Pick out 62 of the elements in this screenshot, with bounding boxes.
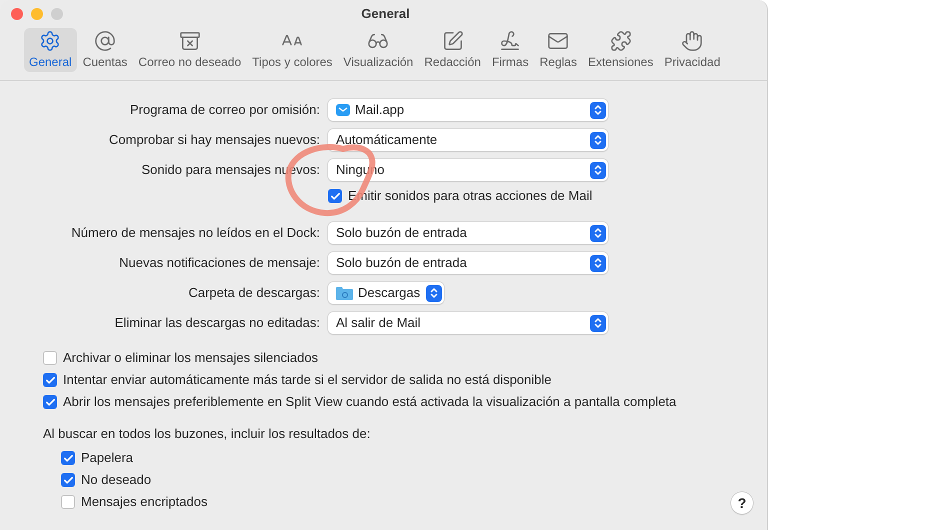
toolbar-tab[interactable]: Visualización xyxy=(338,28,418,72)
setting-label: Número de mensajes no leídos en el Dock: xyxy=(70,224,320,242)
checkbox-label: Abrir los mensajes preferiblemente en Split View cuando está activada la visualización a pantalla completa xyxy=(63,393,676,412)
dropdown-value: Al salir de Mail xyxy=(336,314,422,332)
setting-label: Eliminar las descargas no editadas: xyxy=(114,314,320,332)
dropdown[interactable]: Al salir de Mail xyxy=(328,312,608,334)
gear-icon xyxy=(39,30,62,52)
setting-label: Programa de correo por omisión: xyxy=(128,101,320,120)
toolbar-tab[interactable]: Firmas xyxy=(486,28,534,72)
stepper-icon xyxy=(590,314,606,332)
stepper-icon xyxy=(426,284,442,302)
checkbox[interactable] xyxy=(61,495,75,509)
dropdown-value: Mail.app xyxy=(355,101,406,120)
checkbox-label: No deseado xyxy=(81,471,152,490)
dropdown[interactable]: Automáticamente xyxy=(328,129,608,151)
dropdown[interactable]: Mail.app xyxy=(328,99,608,121)
setting-label: Comprobar si hay mensajes nuevos: xyxy=(108,131,320,150)
dropdown[interactable]: Solo buzón de entrada xyxy=(328,222,608,244)
stepper-icon xyxy=(590,254,606,272)
dropdown-value: Descargas xyxy=(358,284,421,302)
at-sign-icon xyxy=(94,30,116,52)
toolbar-tab[interactable]: Privacidad xyxy=(659,28,726,72)
folder-icon xyxy=(336,286,353,300)
setting-label: Carpeta de descargas: xyxy=(187,284,320,302)
checkbox-label: Mensajes encriptados xyxy=(81,493,208,512)
checkbox[interactable] xyxy=(43,395,57,409)
checkbox[interactable] xyxy=(43,351,57,365)
dropdown-value: Solo buzón de entrada xyxy=(336,224,468,242)
checkbox[interactable] xyxy=(328,189,342,203)
checkbox-label: Emitir sonidos para otras acciones de Mail xyxy=(348,187,592,206)
checkbox-label: Intentar enviar automáticamente más tarde si el servidor de salida no está disponible xyxy=(63,371,552,390)
pencil-square-icon xyxy=(442,30,464,52)
dropdown-value: Automáticamente xyxy=(336,131,438,150)
mail-app-icon xyxy=(336,104,350,116)
window-title: General xyxy=(361,6,410,22)
setting-label: Sonido para mensajes nuevos: xyxy=(140,161,320,180)
stepper-icon xyxy=(590,102,606,118)
dropdown[interactable]: Descargas xyxy=(328,282,444,304)
stepper-icon xyxy=(590,224,606,242)
toolbar-tab[interactable]: Reglas xyxy=(534,28,582,72)
toolbar-tab[interactable]: General xyxy=(24,28,77,72)
close-button[interactable] xyxy=(11,8,23,20)
checkbox-label: Archivar o eliminar los mensajes silenciados xyxy=(63,349,318,368)
toolbar-tab[interactable]: Correo no deseado xyxy=(133,28,246,72)
stepper-icon xyxy=(590,132,606,148)
toolbar-tab[interactable]: Redacción xyxy=(419,28,486,72)
toolbar-tab[interactable]: Extensiones xyxy=(582,28,658,72)
checkbox[interactable] xyxy=(61,473,75,487)
stepper-icon xyxy=(590,162,606,178)
dropdown[interactable]: Solo buzón de entrada xyxy=(328,252,608,274)
section-heading: Al buscar en todos los buzones, incluir los resultados de: xyxy=(43,425,372,443)
setting-label: Nuevas notificaciones de mensaje: xyxy=(118,254,320,272)
toolbar-tab[interactable]: Cuentas xyxy=(78,28,132,72)
trash-box-icon xyxy=(178,30,201,52)
checkbox[interactable] xyxy=(43,373,57,387)
toolbar-tab[interactable]: Tipos y colores xyxy=(247,28,338,72)
checkbox-label: Papelera xyxy=(81,449,134,468)
puzzle-icon xyxy=(610,30,632,52)
signature-icon xyxy=(499,30,522,52)
hand-icon xyxy=(681,30,704,52)
dropdown-value: Solo buzón de entrada xyxy=(336,254,468,272)
checkbox[interactable] xyxy=(61,451,75,465)
